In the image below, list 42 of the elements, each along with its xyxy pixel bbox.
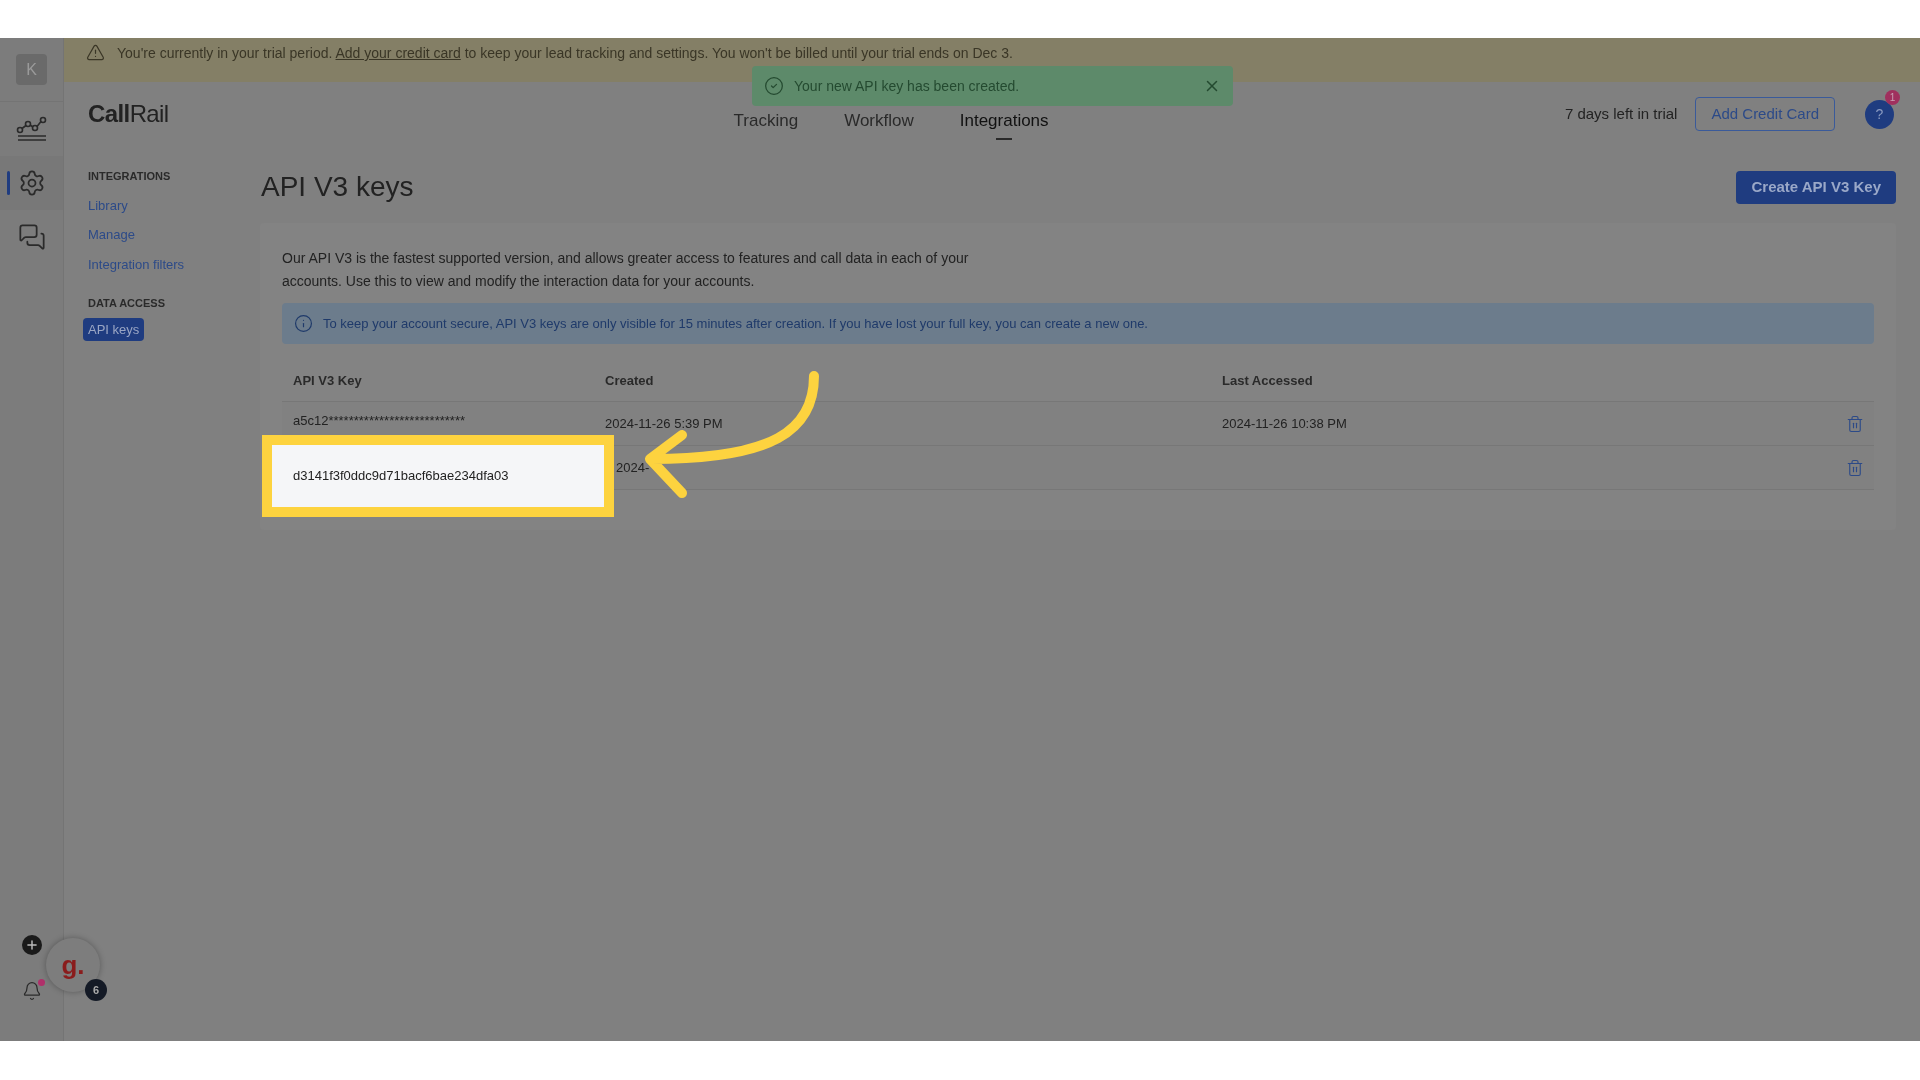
api-key-text: d3141f3f0ddc9d71bacf6bae234dfa03 [293, 467, 509, 486]
add-credit-card-button[interactable]: Add Credit Card [1695, 97, 1835, 131]
info-icon [294, 314, 313, 333]
created-cell-text: 2024- [615, 458, 651, 477]
section-heading: INTEGRATIONS [88, 169, 172, 184]
add-credit-card-link[interactable]: Add your credit card [335, 45, 461, 61]
rail-nav-button[interactable] [0, 156, 63, 210]
trial-banner-text: You're currently in your trial period. Add your credit card to keep your lead tracking and settings. You won't be billed until your trial ends on Dec 3. [117, 44, 1013, 63]
trash-icon [1846, 414, 1864, 433]
add-button[interactable] [21, 935, 42, 955]
last-accessed-cell-text: 2024-11-26 10:38 PM [1221, 414, 1347, 433]
create-key-button[interactable]: Create API V3 Key [1736, 170, 1896, 204]
trial-days-text: 7 days left in trial [1564, 103, 1678, 124]
chat-icon [17, 223, 46, 251]
column-header: Created [604, 371, 655, 390]
widget-badge: 6 [85, 979, 107, 1001]
created-cell-text: 2024-11-26 5:39 PM [604, 414, 724, 433]
description-text: Our API V3 is the fastest supported version, and allows greater access to features and call data in each of your accounts. Use this to view and modify the interaction data for your accounts. [282, 249, 970, 291]
trash-icon [1846, 458, 1864, 477]
warning-icon [86, 43, 105, 62]
line-chart-icon [15, 115, 48, 143]
sidenav-link[interactable]: Library [88, 190, 128, 220]
info-text: To keep your account secure, API V3 keys are only visible for 15 minutes after creation. If you have lost your full key, you can create a new one. [323, 314, 1148, 333]
nav-tab[interactable]: Integrations [959, 110, 1049, 140]
column-header: API V3 Key [292, 371, 363, 390]
nav-tab[interactable]: Tracking [733, 110, 799, 140]
help-badge: 1 [1885, 89, 1900, 105]
delete-button[interactable] [1846, 458, 1864, 477]
sidenav-link[interactable]: Manage [88, 220, 135, 250]
sidenav-link[interactable]: API keys [83, 317, 145, 341]
column-header: Last Accessed [1221, 371, 1313, 390]
delete-button[interactable] [1846, 414, 1864, 433]
plus-icon [24, 938, 39, 952]
page-title: API V3 keys [261, 170, 414, 204]
check-icon [764, 76, 784, 96]
api-key-text: a5c12*************************** [293, 411, 465, 430]
sidenav-link[interactable]: Integration filters [88, 249, 185, 279]
toast-message: Your new API key has been created. [794, 76, 1020, 96]
callrail-logo: CallRail [88, 99, 169, 129]
bell-icon[interactable] [21, 981, 42, 1001]
nav-tab[interactable]: Workflow [844, 110, 914, 140]
section-heading: DATA ACCESS [88, 296, 166, 311]
